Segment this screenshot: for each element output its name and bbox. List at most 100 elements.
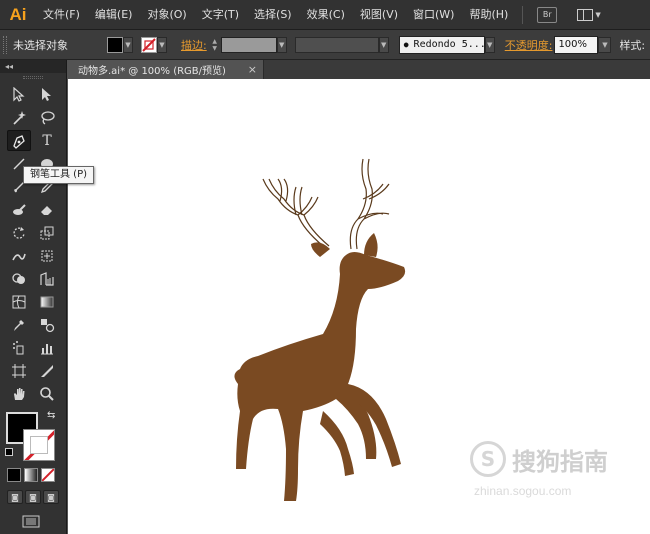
stroke-inner [30, 436, 48, 454]
opacity-label[interactable]: 不透明度: [505, 37, 553, 53]
color-mode-button[interactable] [7, 468, 21, 482]
scale-tool[interactable] [35, 222, 59, 243]
eraser-tool[interactable] [35, 199, 59, 220]
shape-builder-icon [12, 272, 25, 284]
tools-panel: ◂◂ T ⇆ ◙ ◙ ◙ [0, 60, 67, 534]
draw-inside-button[interactable]: ◙ [43, 490, 59, 504]
lasso-tool[interactable] [35, 107, 59, 128]
draw-mode-row: ◙ ◙ ◙ [7, 490, 59, 504]
arrow-cursor-icon [13, 87, 25, 102]
hand-icon [14, 387, 25, 400]
tool-tooltip: 钢笔工具 (P) [23, 166, 95, 184]
menu-help[interactable]: 帮助(H) [462, 0, 516, 30]
opacity-dropdown[interactable]: ▼ [598, 36, 612, 53]
shape-builder-tool[interactable] [7, 268, 31, 289]
draw-normal-button[interactable]: ◙ [7, 490, 23, 504]
none-slash-icon [42, 469, 54, 481]
rotate-tool[interactable] [7, 222, 31, 243]
pen-nib-icon [13, 134, 25, 149]
menu-file[interactable]: 文件(F) [36, 0, 88, 30]
watermark-text: 搜狗指南 [512, 447, 608, 476]
chevron-down-icon: ▼ [595, 10, 601, 19]
selection-tool[interactable] [7, 84, 31, 105]
blob-brush-tool[interactable] [7, 199, 31, 220]
rotate-icon [13, 226, 25, 239]
magic-wand-icon [13, 110, 26, 125]
screen-mode-button[interactable] [21, 514, 43, 530]
toolbox-grip[interactable] [23, 76, 43, 79]
bridge-button[interactable]: Br [537, 6, 558, 23]
direct-selection-tool[interactable] [35, 84, 59, 105]
menu-edit[interactable]: 编辑(E) [88, 0, 141, 30]
artboard-canvas[interactable]: S 搜狗指南 zhinan.sogou.com [68, 79, 650, 534]
deer-body [234, 233, 406, 501]
sogou-watermark: S 搜狗指南 [470, 441, 608, 477]
free-transform-tool[interactable] [35, 245, 59, 266]
menu-divider [522, 5, 524, 24]
menu-effect[interactable]: 效果(C) [300, 0, 353, 30]
warp-tool[interactable] [7, 245, 31, 266]
symbol-sprayer-icon [13, 340, 24, 354]
panel-grip[interactable] [3, 35, 7, 54]
workspace-icon [577, 8, 594, 21]
stroke-color-box[interactable] [23, 429, 55, 461]
fill-dropdown[interactable]: ▼ [123, 36, 133, 53]
stroke-spinner[interactable]: ▲ ▼ [209, 36, 221, 54]
gradient-icon [40, 296, 54, 307]
variable-width-profile[interactable] [294, 36, 379, 53]
type-t-icon: T [42, 132, 52, 149]
mesh-icon [12, 295, 26, 308]
stroke-dropdown[interactable]: ▼ [157, 36, 167, 53]
selection-status: 未选择对象 [13, 38, 68, 52]
magic-wand-tool[interactable] [7, 107, 31, 128]
app-logo: Ai [9, 4, 27, 24]
brush-definition[interactable]: ● Redondo 5... [398, 35, 485, 54]
menu-type[interactable]: 文字(T) [195, 0, 247, 30]
gradient-tool[interactable] [35, 291, 59, 312]
screen-mode-icon [22, 515, 40, 528]
stroke-weight-dropdown[interactable]: ▼ [276, 36, 287, 53]
collapse-panel-button[interactable]: ◂◂ [0, 60, 66, 73]
brush-dot-icon: ● [403, 40, 409, 49]
eyedropper-tool[interactable] [7, 314, 31, 335]
sogou-logo-icon: S [470, 441, 506, 477]
mesh-tool[interactable] [7, 291, 31, 312]
artboard-tool[interactable] [7, 360, 31, 381]
pen-tool[interactable] [7, 130, 31, 151]
none-slash-icon [142, 37, 156, 52]
workspace-switcher[interactable]: ▼ [577, 8, 601, 21]
none-mode-button[interactable] [41, 468, 55, 482]
free-transform-icon [41, 250, 53, 261]
symbol-sprayer-tool[interactable] [7, 337, 31, 358]
perspective-grid-icon [40, 271, 54, 286]
menu-view[interactable]: 视图(V) [353, 0, 406, 30]
zoom-tool[interactable] [35, 383, 59, 404]
menu-select[interactable]: 选择(S) [247, 0, 300, 30]
type-tool[interactable]: T [35, 130, 59, 151]
opacity-input[interactable]: 100% [554, 35, 599, 54]
eraser-icon [41, 205, 52, 215]
perspective-grid-tool[interactable] [35, 268, 59, 289]
draw-behind-button[interactable]: ◙ [25, 490, 41, 504]
menu-object[interactable]: 对象(O) [140, 0, 194, 30]
scale-icon [40, 226, 54, 239]
stroke-swatch[interactable] [141, 36, 157, 53]
stroke-weight-input[interactable] [220, 36, 277, 53]
eyedropper-icon [14, 319, 24, 331]
default-colors-icon[interactable] [5, 448, 13, 456]
artboard-icon [12, 363, 26, 378]
menu-window[interactable]: 窗口(W) [406, 0, 462, 30]
column-graph-tool[interactable] [35, 337, 59, 358]
fill-swatch[interactable] [107, 36, 123, 53]
slice-tool[interactable] [35, 360, 59, 381]
deer-artwork[interactable] [208, 149, 508, 519]
brush-dropdown[interactable]: ▼ [484, 36, 495, 53]
close-icon[interactable]: × [248, 63, 257, 76]
gradient-mode-button[interactable] [24, 468, 38, 482]
swap-fill-stroke-icon[interactable]: ⇆ [47, 410, 55, 421]
stroke-weight-label[interactable]: 描边: [181, 37, 207, 53]
document-tab[interactable]: 动物多.ai* @ 100% (RGB/预览) × [68, 60, 264, 79]
hand-tool[interactable] [7, 383, 31, 404]
blend-tool[interactable] [35, 314, 59, 335]
profile-dropdown[interactable]: ▼ [378, 36, 389, 53]
